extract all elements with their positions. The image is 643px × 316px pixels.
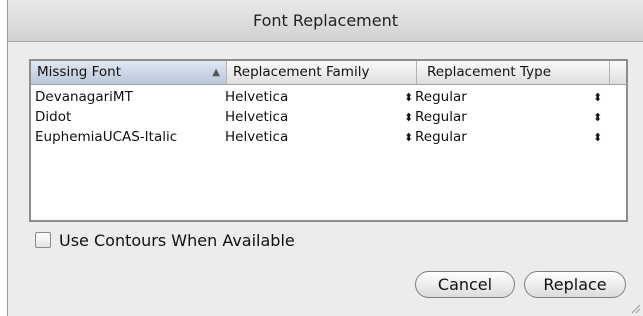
use-contours-label: Use Contours When Available (59, 231, 295, 250)
resize-grip-icon[interactable] (629, 302, 641, 314)
replacement-type-value[interactable]: Regular (415, 87, 467, 108)
table-row[interactable]: Didot Helvetica ⬍ Regular ⬍ (31, 107, 626, 128)
up-down-arrows-icon[interactable]: ⬍ (593, 107, 602, 128)
replacement-family-value[interactable]: Helvetica (225, 107, 288, 128)
replacement-family-value[interactable]: Helvetica (225, 127, 288, 148)
missing-font-cell: Didot (35, 109, 72, 125)
cancel-button[interactable]: Cancel (415, 271, 515, 298)
font-replacement-dialog: Font Replacement Missing Font ▲ Replacem… (7, 0, 643, 316)
use-contours-checkbox[interactable] (35, 232, 51, 248)
replacement-type-value[interactable]: Regular (415, 107, 467, 128)
font-table: Missing Font ▲ Replacement Family Replac… (29, 59, 628, 222)
sort-ascending-icon: ▲ (212, 67, 220, 78)
column-header-label: Replacement Type (427, 64, 552, 80)
table-header: Missing Font ▲ Replacement Family Replac… (31, 61, 626, 85)
replacement-family-value[interactable]: Helvetica (225, 87, 288, 108)
column-header-replacement-family[interactable]: Replacement Family (227, 61, 417, 84)
missing-font-cell: DevanagariMT (35, 89, 133, 105)
table-row[interactable]: EuphemiaUCAS-Italic Helvetica ⬍ Regular … (31, 127, 626, 148)
column-header-label: Replacement Family (233, 64, 370, 80)
replacement-type-value[interactable]: Regular (415, 127, 467, 148)
up-down-arrows-icon[interactable]: ⬍ (404, 127, 413, 148)
up-down-arrows-icon[interactable]: ⬍ (593, 87, 602, 108)
up-down-arrows-icon[interactable]: ⬍ (404, 107, 413, 128)
missing-font-cell: EuphemiaUCAS-Italic (35, 129, 178, 145)
table-row[interactable]: DevanagariMT Helvetica ⬍ Regular ⬍ (31, 87, 626, 108)
up-down-arrows-icon[interactable]: ⬍ (404, 87, 413, 108)
up-down-arrows-icon[interactable]: ⬍ (593, 127, 602, 148)
column-header-label: Missing Font (37, 64, 122, 80)
replace-button[interactable]: Replace (524, 271, 626, 298)
column-header-missing-font[interactable]: Missing Font ▲ (31, 61, 227, 84)
column-header-replacement-type[interactable]: Replacement Type (417, 61, 610, 84)
dialog-title: Font Replacement (8, 0, 643, 42)
